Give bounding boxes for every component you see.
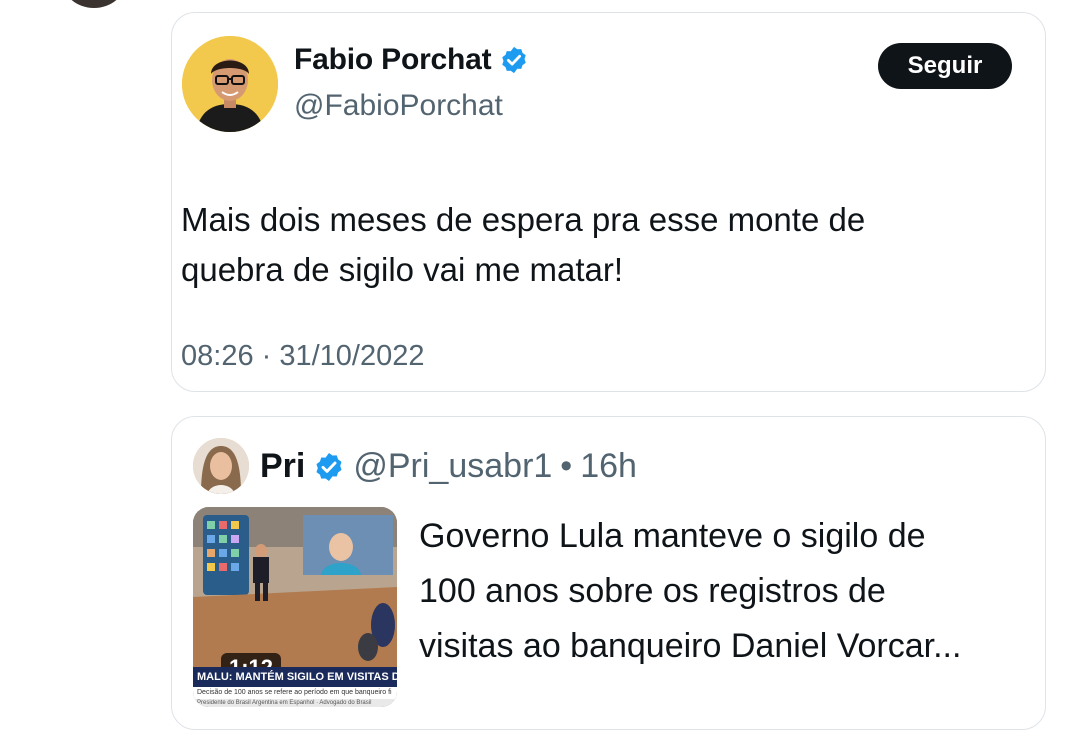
- quote-text-line: visitas ao banqueiro Daniel Vorcar...: [419, 627, 962, 665]
- quote-text-line: 100 anos sobre os registros de: [419, 572, 886, 610]
- author-avatar[interactable]: [182, 36, 278, 132]
- author-name-row: Fabio Porchat: [294, 43, 529, 77]
- separator-dot: •: [560, 447, 573, 485]
- verified-badge-icon: [313, 451, 345, 483]
- follow-button[interactable]: Seguir: [878, 43, 1012, 89]
- quote-author-name[interactable]: Pri: [260, 447, 305, 486]
- author-handle[interactable]: @FabioPorchat: [294, 89, 503, 123]
- news-ticker-bottomline: Presidente do Brasil Argentina em Espanh…: [193, 699, 397, 707]
- quote-header: Pri @Pri_usabr1 • 16h: [260, 447, 637, 486]
- news-ticker-subline: Decisão de 100 anos se refere ao período…: [193, 687, 397, 699]
- quote-text: Governo Lula manteve o sigilo de 100 ano…: [419, 509, 1039, 674]
- quote-author-avatar[interactable]: [193, 438, 249, 494]
- news-ticker: MALU: MANTÉM SIGILO EM VISITAS D: [193, 667, 397, 687]
- author-name[interactable]: Fabio Porchat: [294, 43, 492, 77]
- tweet-text: Mais dois meses de espera pra esse monte…: [181, 195, 1001, 295]
- quote-post-age[interactable]: 16h: [580, 447, 637, 486]
- verified-badge-icon: [499, 45, 529, 75]
- tweet-text-line: Mais dois meses de espera pra esse monte…: [181, 201, 866, 238]
- tweet-text-line: quebra de sigilo vai me matar!: [181, 251, 624, 288]
- tweet-timestamp[interactable]: 08:26 · 31/10/2022: [181, 340, 424, 373]
- quote-author-handle[interactable]: @Pri_usabr1: [353, 447, 552, 486]
- embedded-tweet-card[interactable]: Fabio Porchat @FabioPorchat Seguir Mais …: [171, 12, 1046, 392]
- previous-post-avatar[interactable]: [62, 0, 126, 8]
- quoted-post-card[interactable]: Pri @Pri_usabr1 • 16h 1:12 MALU: M: [171, 416, 1046, 730]
- video-thumbnail[interactable]: 1:12 MALU: MANTÉM SIGILO EM VISITAS D De…: [193, 507, 397, 707]
- quote-text-line: Governo Lula manteve o sigilo de: [419, 517, 926, 555]
